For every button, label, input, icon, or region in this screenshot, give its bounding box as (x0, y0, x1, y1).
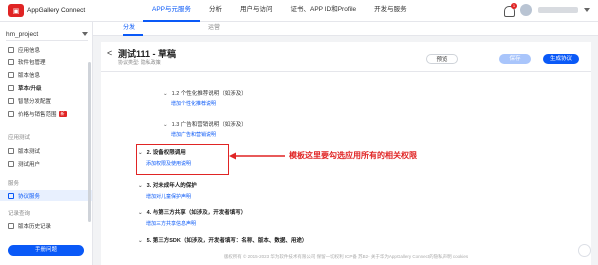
tab-operations[interactable]: 运营 (208, 22, 228, 36)
section-link[interactable]: 增加三方共享信息声明 (146, 220, 196, 227)
sidebar-item-agreement-service[interactable]: 协议服务 (0, 190, 92, 201)
sidebar-item-smart-distribution[interactable]: 智慧分发配置 (8, 96, 51, 105)
annotation-text: 模板这里要勾选应用所有的相关权限 (289, 151, 417, 160)
section-heading[interactable]: ⌄ 4. 与第三方共享（如涉及，开发者填写） (138, 208, 246, 216)
chevron-down-icon (82, 32, 88, 36)
history-icon (8, 222, 14, 229)
upgrade-icon (8, 84, 14, 91)
chevron-down-icon[interactable] (584, 8, 590, 12)
sidebar-item-label: 软件包管理 (18, 59, 46, 66)
price-icon (8, 110, 14, 117)
sub-nav: 分发 运营 (93, 22, 598, 36)
appgallery-logo-icon: ▣ (8, 4, 24, 17)
user-icon (8, 160, 14, 167)
chevron-down-icon: ⌄ (163, 91, 168, 97)
distribution-icon (8, 97, 14, 104)
section-heading[interactable]: ⌄ 3. 对未成年人的保护 (138, 181, 197, 189)
top-nav: APP与元服务 分析 用户与访问 证书、APP ID和Profile 开发与服务 (143, 0, 416, 22)
bell-icon[interactable]: 1 (503, 2, 517, 17)
new-badge: 新 (58, 110, 67, 117)
chevron-down-icon: ⌄ (138, 238, 143, 244)
sidebar-item-label: 版本历史记录 (18, 223, 52, 230)
back-arrow-icon[interactable]: < (107, 48, 112, 58)
sidebar-group-testing: 应用测试 (8, 135, 31, 141)
sidebar-item-label: 协议服务 (18, 193, 41, 200)
footer: 版权所有 © 2015-2023 华为软件技术有限公司 保留一切权利 ICP备 … (223, 254, 469, 259)
nav-users-access[interactable]: 用户与访问 (231, 0, 282, 22)
section-heading[interactable]: ⌄ 1.3 广告和营销说明（如涉及） (163, 120, 247, 128)
agreement-type: 协议类型: 隐私政策 (118, 60, 161, 66)
brand-name: AppGallery Connect (27, 7, 86, 14)
nav-app-services[interactable]: APP与元服务 (143, 0, 201, 22)
sidebar-scrollbar[interactable] (88, 62, 91, 222)
top-bar: ▣ AppGallery Connect APP与元服务 分析 用户与访问 证书… (0, 0, 598, 22)
sidebar-item-label: 版本信息 (18, 72, 41, 79)
chevron-down-icon: ⌄ (163, 122, 168, 128)
section-heading-text: 1.2 个性化推荐说明（如涉及） (171, 91, 247, 97)
section-heading[interactable]: ⌄ 1.2 个性化推荐说明（如涉及） (163, 89, 247, 97)
sidebar-item-version-info[interactable]: 版本信息 (8, 70, 40, 79)
avatar[interactable] (520, 4, 532, 16)
sidebar-item-label: 应用信息 (18, 47, 41, 54)
generate-agreement-button[interactable]: 生成协议 (543, 54, 579, 64)
sidebar-item-label: 价格与销售范围 (18, 111, 57, 118)
notification-badge: 1 (511, 2, 517, 9)
section-link[interactable]: 增加个性化推荐说明 (171, 100, 216, 107)
section-heading-text: 3. 对未成年人的保护 (146, 183, 197, 189)
sidebar-item-version-history[interactable]: 版本历史记录 (8, 221, 51, 230)
section-link[interactable]: 增加广告和营销说明 (171, 131, 216, 138)
agreement-icon (8, 192, 14, 199)
sidebar-item-test-users[interactable]: 测试用户 (8, 159, 40, 168)
sidebar-item-label: 智慧分发配置 (18, 98, 52, 105)
highlight-box (136, 144, 229, 175)
test-icon (8, 147, 14, 154)
section-heading[interactable]: ⌄ 5. 第三方SDK（如涉及，开发者填写：名称、版本、数据、用途） (138, 236, 307, 244)
section-link[interactable]: 增加对儿童保护声明 (146, 193, 191, 200)
divider (101, 71, 591, 72)
sidebar: hm_project 应用信息 软件包管理 版本信息 草本/升级 智慧分发配置 … (0, 22, 93, 265)
version-icon (8, 71, 14, 78)
sidebar-item-label: 草本/升级 (18, 85, 42, 92)
chat-icon[interactable] (578, 244, 591, 257)
sidebar-group-service: 服务 (8, 181, 20, 187)
save-button[interactable]: 保存 (499, 54, 531, 64)
section-heading-text: 4. 与第三方共享（如涉及，开发者填写） (146, 210, 247, 216)
main-panel: < 测试111 - 草稿 协议类型: 隐私政策 预览 保存 生成协议 ⌄ 1.2 … (101, 42, 591, 265)
section-heading-text: 5. 第三方SDK（如涉及，开发者填写：名称、版本、数据、用途） (146, 238, 308, 244)
chevron-down-icon: ⌄ (138, 210, 143, 216)
tab-distribution[interactable]: 分发 (123, 22, 143, 36)
sidebar-item-label: 版本测试 (18, 148, 41, 155)
nav-dev-services[interactable]: 开发与服务 (365, 0, 416, 22)
sidebar-item-draft-upgrade[interactable]: 草本/升级 (8, 83, 42, 92)
section-heading-text: 1.3 广告和营销说明（如涉及） (171, 122, 247, 128)
preview-button[interactable]: 预览 (426, 54, 458, 64)
brand-logo[interactable]: ▣ AppGallery Connect (8, 4, 85, 17)
sidebar-item-app-info[interactable]: 应用信息 (8, 45, 40, 54)
arrow-left-icon (229, 152, 285, 160)
sidebar-group-records: 记录查询 (8, 211, 31, 217)
chevron-down-icon: ⌄ (138, 183, 143, 189)
nav-certificates[interactable]: 证书、APP ID和Profile (282, 0, 366, 22)
manual-button[interactable]: 手册问题 (8, 245, 84, 256)
top-right-tools: 1 (503, 2, 590, 17)
nav-analytics[interactable]: 分析 (200, 0, 231, 22)
sidebar-item-label: 测试用户 (18, 161, 41, 168)
project-name: hm_project (6, 30, 39, 38)
sidebar-item-price-sales[interactable]: 价格与销售范围新 (8, 109, 67, 118)
info-icon (8, 46, 14, 53)
package-icon (8, 58, 14, 65)
sidebar-item-version-test[interactable]: 版本测试 (8, 146, 40, 155)
user-name-placeholder[interactable] (538, 7, 578, 13)
project-selector[interactable]: hm_project (6, 28, 88, 41)
sidebar-item-package[interactable]: 软件包管理 (8, 57, 46, 66)
